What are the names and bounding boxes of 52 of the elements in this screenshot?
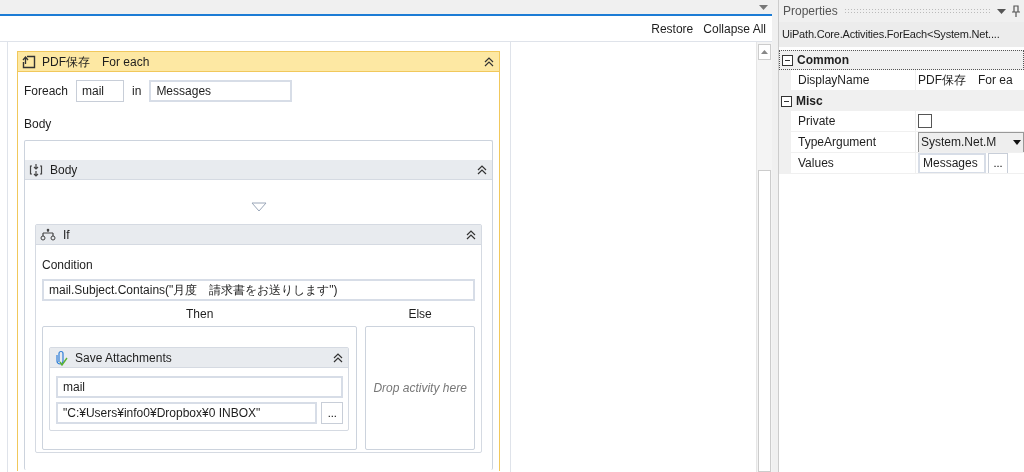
toolbar-link[interactable]: Collapse All bbox=[703, 19, 766, 38]
up-arrow-icon bbox=[761, 50, 768, 54]
panel-title: Properties bbox=[783, 3, 838, 20]
collapse-icon[interactable] bbox=[332, 351, 345, 364]
checkbox[interactable] bbox=[918, 114, 932, 128]
branch-label: Then bbox=[184, 306, 215, 323]
dropdown-arrow-icon bbox=[1013, 139, 1021, 145]
scrollbar-thumb[interactable] bbox=[758, 170, 771, 472]
property-value[interactable]: PDF保存 For ea bbox=[918, 71, 1013, 89]
collapse-icon[interactable] bbox=[465, 228, 477, 241]
pin-icon[interactable] bbox=[1012, 5, 1020, 17]
scroll-up-button[interactable] bbox=[758, 44, 771, 60]
field-label: in bbox=[132, 83, 142, 100]
collapse-icon[interactable] bbox=[476, 163, 488, 176]
browse-button[interactable]: ... bbox=[988, 153, 1008, 173]
dropdown-arrow-icon[interactable] bbox=[759, 4, 768, 10]
field-label: Foreach bbox=[24, 83, 69, 100]
section-label: Body bbox=[23, 116, 53, 133]
if-activity[interactable]: If Condition mail.Subject.Contains("月度 請求書をお送りします") Then Save Attachments mail "C:¥Users¥info0¥Dropbox¥0 INBOX" ... Else Drop activity here bbox=[35, 224, 482, 453]
browse-button[interactable]: ... bbox=[321, 402, 344, 424]
if-icon bbox=[40, 227, 56, 242]
collapse-icon[interactable] bbox=[781, 95, 792, 107]
toolbar-link[interactable]: Restore bbox=[651, 19, 694, 38]
activity-title: Save Attachments bbox=[75, 349, 173, 367]
drop-arrow-icon bbox=[250, 202, 267, 212]
activity-title: If bbox=[63, 226, 71, 244]
folder-field[interactable]: "C:¥Users¥info0¥Dropbox¥0 INBOX" bbox=[56, 402, 318, 424]
values-field[interactable]: Messages bbox=[149, 80, 293, 102]
save-attachments-activity[interactable]: Save Attachments mail "C:¥Users¥info0¥Dropbox¥0 INBOX" ... bbox=[49, 347, 350, 431]
dropdown-arrow-icon[interactable] bbox=[997, 8, 1006, 14]
property-name: TypeArgument bbox=[791, 132, 916, 152]
item-field[interactable]: mail bbox=[76, 80, 125, 102]
foreach-icon bbox=[22, 54, 36, 69]
branch-label: Else bbox=[407, 306, 433, 323]
property-name: DisplayName bbox=[791, 70, 916, 90]
field-label: Condition bbox=[42, 257, 94, 274]
activity-title: Body bbox=[50, 161, 79, 179]
property-name: Values bbox=[791, 153, 916, 173]
type-dropdown[interactable]: System.Net.M bbox=[918, 132, 1024, 152]
property-name: Private bbox=[791, 111, 916, 131]
collapse-icon[interactable] bbox=[782, 54, 793, 66]
mail-field[interactable]: mail bbox=[56, 376, 344, 398]
category-title: Misc bbox=[796, 93, 823, 110]
sequence-icon bbox=[29, 162, 43, 177]
condition-field[interactable]: mail.Subject.Contains("月度 請求書をお送りします") bbox=[42, 279, 475, 301]
drop-hint: Drop activity here bbox=[373, 380, 467, 397]
type-name: UiPath.Core.Activities.ForEach<System.Net.... bbox=[782, 27, 1000, 43]
category-title: Common bbox=[797, 52, 849, 69]
foreach-activity[interactable]: PDF保存 For each Foreach mail in Messages Body Body If Condition mail.Subject.Contains("月度 請求書をお送りします") Then Save Attachments mail "C:¥Users¥info0¥Dropbox¥0 INBOX" ... Else Drop activity here bbox=[17, 51, 500, 471]
activity-title: PDF保存 For each bbox=[42, 53, 151, 71]
values-field[interactable]: Messages bbox=[918, 153, 986, 173]
collapse-icon[interactable] bbox=[483, 55, 495, 68]
